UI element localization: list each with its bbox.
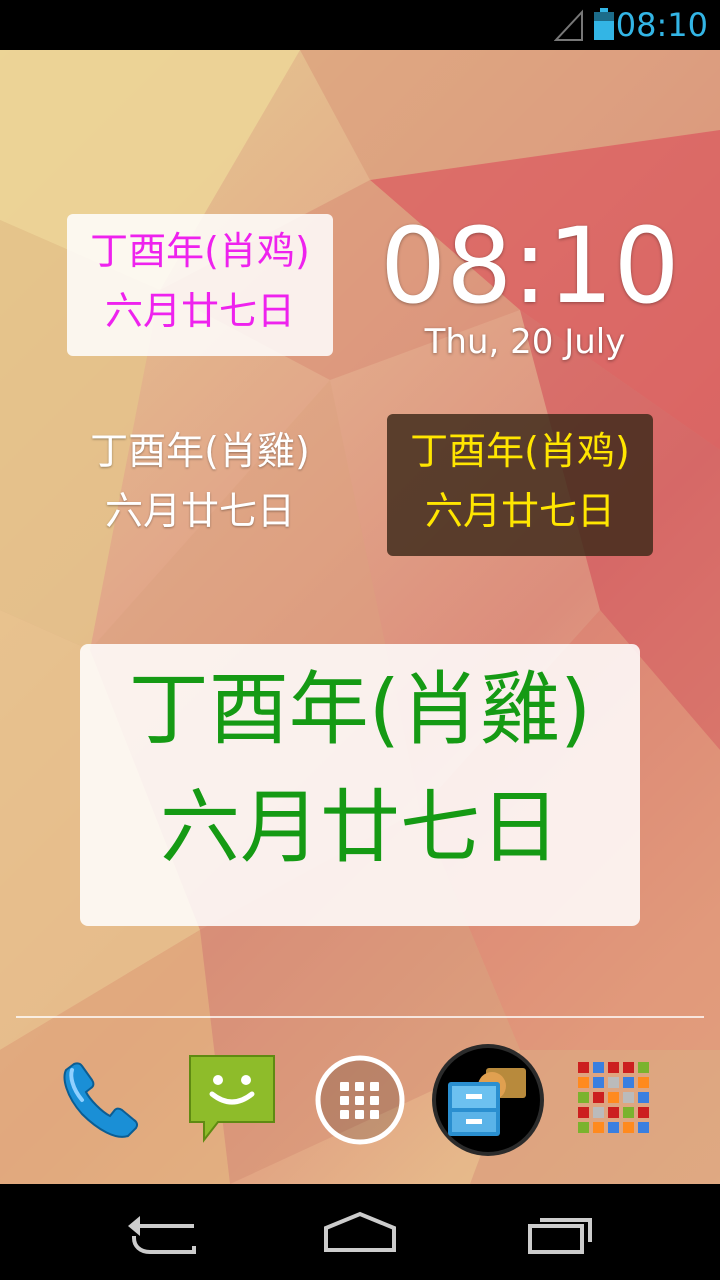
lunar-year: 丁酉年(肖雞)	[90, 429, 310, 473]
recent-apps-icon[interactable]	[510, 1202, 610, 1262]
lunar-date: 六月廿七日	[424, 489, 615, 533]
lunar-widget-magenta[interactable]: 丁酉年(肖鸡) 六月廿七日	[67, 214, 333, 356]
back-icon[interactable]	[110, 1202, 210, 1262]
clock-time: 08:10	[380, 205, 680, 327]
phone-icon[interactable]	[52, 1048, 152, 1148]
messaging-icon[interactable]	[182, 1048, 282, 1148]
lunar-date: 六月廿七日	[160, 781, 560, 874]
lunar-date: 六月廿七日	[104, 289, 295, 333]
file-manager-icon[interactable]	[430, 1042, 546, 1158]
lunar-app-icon[interactable]	[566, 1048, 666, 1148]
lunar-year: 丁酉年(肖雞)	[128, 663, 592, 756]
app-drawer-icon[interactable]	[310, 1048, 410, 1148]
clock-widget[interactable]: 08:10 Thu, 20 July	[380, 205, 680, 370]
dock-divider	[16, 1016, 704, 1018]
lunar-widget-yellow[interactable]: 丁酉年(肖鸡) 六月廿七日	[387, 414, 653, 556]
navigation-bar	[0, 1184, 720, 1280]
status-time: 08:10	[615, 6, 708, 44]
status-bar: 08:10	[0, 0, 720, 50]
lunar-widget-white[interactable]: 丁酉年(肖雞) 六月廿七日	[67, 414, 333, 556]
clock-date: Thu, 20 July	[424, 322, 626, 362]
lunar-year: 丁酉年(肖鸡)	[410, 429, 630, 473]
lunar-widget-green-large[interactable]: 丁酉年(肖雞) 六月廿七日	[80, 644, 640, 926]
battery-icon	[594, 8, 614, 40]
home-icon[interactable]	[310, 1202, 410, 1262]
lunar-year: 丁酉年(肖鸡)	[90, 229, 310, 273]
signal-icon	[554, 9, 583, 41]
lunar-date: 六月廿七日	[104, 489, 295, 533]
